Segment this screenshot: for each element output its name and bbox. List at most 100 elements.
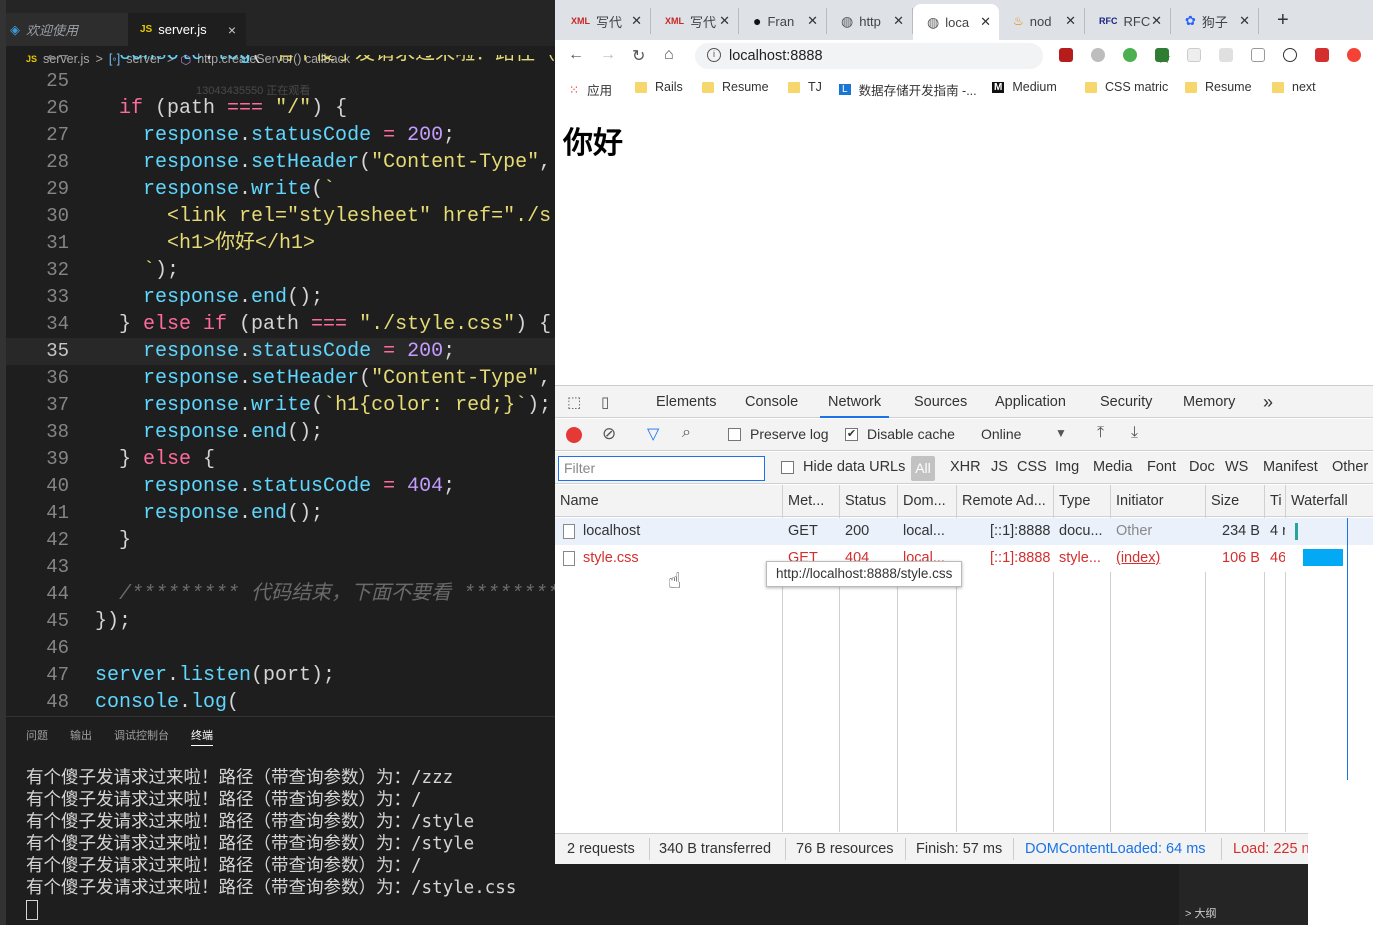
tab-memory[interactable]: Memory: [1183, 386, 1235, 418]
code-line[interactable]: 41 response.end();: [6, 500, 555, 527]
chevron-down-icon[interactable]: ▼: [1055, 426, 1067, 440]
bookmark-item[interactable]: M Medium: [992, 80, 1057, 94]
type-filter-other[interactable]: Other: [1332, 459, 1368, 475]
close-icon[interactable]: ✕: [631, 13, 642, 29]
device-toolbar-icon[interactable]: ▯: [601, 393, 609, 411]
panel-tab-output[interactable]: 输出: [70, 727, 92, 746]
upload-icon[interactable]: ⤒: [1097, 424, 1104, 442]
code-line[interactable]: 43: [6, 554, 555, 581]
browser-tab[interactable]: ✿ 狗子 ✕: [1171, 8, 1259, 34]
bookmark-item[interactable]: CSS matric: [1085, 80, 1168, 94]
close-icon[interactable]: ✕: [807, 13, 818, 29]
type-filter-img[interactable]: Img: [1055, 459, 1079, 475]
code-line[interactable]: 48 console.log(: [6, 689, 555, 715]
extension-icon[interactable]: [1219, 48, 1233, 62]
close-icon[interactable]: ✕: [1151, 13, 1162, 29]
browser-tab[interactable]: XML 写代 ✕: [557, 8, 651, 34]
extension-icon[interactable]: [1283, 48, 1297, 62]
type-filter-media[interactable]: Media: [1093, 459, 1133, 475]
panel-tab-debug-console[interactable]: 调试控制台: [114, 727, 169, 746]
column-time[interactable]: Ti: [1265, 485, 1285, 517]
code-line[interactable]: 40 response.statusCode = 404;: [6, 473, 555, 500]
browser-tab[interactable]: XML 写代 ✕: [651, 8, 739, 34]
disable-cache-checkbox[interactable]: ✔: [845, 428, 858, 441]
close-icon[interactable]: ✕: [1065, 13, 1076, 29]
column-initiator[interactable]: Initiator: [1111, 485, 1205, 517]
code-line[interactable]: 26 if (path === "/") {: [6, 95, 555, 122]
tab-security[interactable]: Security: [1100, 386, 1152, 418]
browser-tab[interactable]: RFC RFC ✕: [1085, 8, 1171, 34]
filter-icon[interactable]: ▽: [647, 424, 659, 444]
type-filter-ws[interactable]: WS: [1225, 459, 1248, 475]
home-icon[interactable]: ⌂: [664, 46, 674, 64]
bookmark-item[interactable]: Resume: [702, 80, 769, 94]
extension-icon[interactable]: [1091, 48, 1105, 62]
code-line[interactable]: 46: [6, 635, 555, 662]
type-filter-xhr[interactable]: XHR: [950, 459, 981, 475]
type-filter-js[interactable]: JS: [991, 459, 1008, 475]
request-name[interactable]: localhost: [558, 518, 782, 545]
tab-elements[interactable]: Elements: [656, 386, 716, 418]
reload-icon[interactable]: ↻: [632, 46, 645, 66]
bookmark-apps[interactable]: ⁙ 应用: [569, 80, 612, 99]
code-line[interactable]: 27 response.statusCode = 200;: [6, 122, 555, 149]
json-icon[interactable]: [1251, 48, 1265, 62]
tab-welcome[interactable]: ◈ 欢迎使用: [0, 13, 128, 46]
evernote-icon[interactable]: [1155, 48, 1169, 62]
code-line[interactable]: 33 response.end();: [6, 284, 555, 311]
code-line[interactable]: 47 server.listen(port);: [6, 662, 555, 689]
tab-sources[interactable]: Sources: [914, 386, 967, 418]
browser-tab-active[interactable]: ◍ loca ✕: [913, 4, 999, 40]
inspect-element-icon[interactable]: ⬚: [567, 393, 581, 411]
column-name[interactable]: Name: [555, 485, 783, 517]
browser-tab[interactable]: ♨ nod ✕: [999, 8, 1085, 34]
bookmark-item[interactable]: TJ: [788, 80, 822, 94]
record-icon[interactable]: [566, 427, 582, 443]
code-line[interactable]: 39 } else {: [6, 446, 555, 473]
code-line[interactable]: 35 response.statusCode = 200;: [6, 338, 555, 365]
outline-panel[interactable]: > 大纲: [1179, 863, 1308, 925]
filter-input[interactable]: Filter: [558, 456, 765, 481]
extension-icon[interactable]: [1123, 48, 1137, 62]
preserve-log-checkbox[interactable]: [728, 428, 741, 441]
code-line[interactable]: 34 } else if (path === "./style.css") {: [6, 311, 555, 338]
column-method[interactable]: Met...: [783, 485, 839, 517]
bookmark-item[interactable]: Rails: [635, 80, 683, 94]
close-icon[interactable]: ✕: [893, 13, 904, 29]
type-filter-font[interactable]: Font: [1147, 459, 1176, 475]
terminal-output[interactable]: 有个傻子发请求过来啦！路径（带查询参数）为：/zzz 有个傻子发请求过来啦！路径（…: [26, 767, 516, 899]
throttle-select[interactable]: Online: [981, 426, 1021, 442]
extension-icon[interactable]: [1315, 48, 1329, 62]
type-filter-manifest[interactable]: Manifest: [1263, 459, 1318, 475]
new-tab-button[interactable]: +: [1277, 9, 1289, 32]
code-line[interactable]: 28 response.setHeader("Content-Type",: [6, 149, 555, 176]
address-bar[interactable]: i localhost:8888 ☆: [695, 43, 1171, 69]
code-line[interactable]: 38 response.end();: [6, 419, 555, 446]
extension-icon[interactable]: [1187, 48, 1201, 62]
code-line[interactable]: 44 /********* 代码结束，下面不要看 *********: [6, 581, 555, 608]
hide-data-urls-checkbox[interactable]: [781, 461, 794, 474]
tab-console[interactable]: Console: [745, 386, 798, 418]
tab-server-js[interactable]: JS server.js ×: [128, 13, 246, 46]
browser-tab[interactable]: ● Fran ✕: [739, 8, 827, 34]
close-icon[interactable]: ×: [228, 22, 236, 38]
panel-tab-problems[interactable]: 问题: [26, 727, 48, 746]
close-icon[interactable]: ✕: [1239, 13, 1250, 29]
type-filter-all[interactable]: All: [911, 456, 935, 481]
panel-tab-terminal[interactable]: 终端: [191, 727, 213, 746]
bookmark-item[interactable]: next: [1272, 80, 1316, 94]
column-size[interactable]: Size: [1206, 485, 1264, 517]
table-row[interactable]: localhost GET 200 local... [::1]:8888 do…: [555, 518, 1373, 545]
extension-icon[interactable]: [1347, 48, 1361, 62]
code-line[interactable]: 24 console.log(`有个傻子发请求过来啦！路径（: [6, 55, 555, 68]
code-line[interactable]: 32 `);: [6, 257, 555, 284]
type-filter-css[interactable]: CSS: [1017, 459, 1047, 475]
column-waterfall[interactable]: Waterfall: [1286, 485, 1373, 517]
clear-icon[interactable]: ⊘: [602, 424, 616, 444]
request-initiator[interactable]: (index): [1111, 545, 1205, 572]
search-icon[interactable]: ⌕: [682, 424, 691, 442]
type-filter-doc[interactable]: Doc: [1189, 459, 1215, 475]
code-area[interactable]: 24 console.log(`有个傻子发请求过来啦！路径（ 25 26 if (p…: [6, 55, 555, 715]
browser-tab[interactable]: ◍ http ✕: [827, 8, 913, 34]
column-remote-address[interactable]: Remote Ad...: [957, 485, 1054, 517]
